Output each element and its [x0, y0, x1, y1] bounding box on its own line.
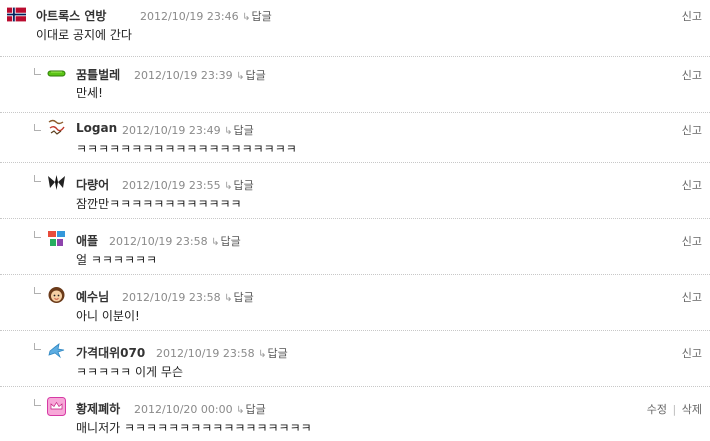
reply-button[interactable]: ↳답글	[242, 10, 272, 23]
comment-text: 얼 ㅋㅋㅋㅋㅋㅋ	[76, 253, 158, 267]
comment-date: 2012/10/20 00:00	[134, 403, 233, 416]
comment-actions: 수정 | 삭제	[647, 401, 702, 417]
comment-meta: 2012/10/19 23:55 ↳답글	[122, 177, 254, 193]
girl-face-avatar-icon	[47, 285, 66, 304]
comment-date: 2012/10/19 23:58	[109, 235, 208, 248]
reply-arrow-icon: ↳	[224, 181, 233, 192]
comment-author[interactable]: 황제폐하	[76, 400, 120, 417]
comment-meta: 2012/10/19 23:49 ↳답글	[122, 122, 254, 138]
pink-crown-avatar-icon	[47, 397, 66, 416]
comment-meta: 2012/10/20 00:00 ↳답글	[134, 401, 266, 417]
comment-date: 2012/10/19 23:58	[156, 347, 255, 360]
reply-arrow-icon: ↳	[236, 405, 245, 416]
green-worm-icon	[47, 64, 66, 83]
comment-item: 아트록스 연방 2012/10/19 23:46 ↳답글 신고 이대로 공지에 …	[0, 0, 710, 56]
reply-arrow-icon: ↳	[211, 237, 220, 248]
comment-author[interactable]: 다량어	[76, 176, 109, 193]
comment-text: 잠깐만ㅋㅋㅋㅋㅋㅋㅋㅋㅋㅋㅋㅋ	[76, 197, 242, 211]
reply-comment-item: 예수님 2012/10/19 23:58 ↳답글 신고 아니 이분이!	[0, 274, 710, 330]
reply-button[interactable]: ↳답글	[236, 69, 266, 82]
comment-author[interactable]: 가격대위070	[76, 344, 145, 361]
comment-meta: 2012/10/19 23:58 ↳답글	[122, 289, 254, 305]
reply-button[interactable]: ↳답글	[224, 291, 254, 304]
reply-comment-item: 황제폐하 2012/10/20 00:00 ↳답글 수정 | 삭제 매니저가 ㅋ…	[0, 386, 710, 441]
reply-comment-item: 애플 2012/10/19 23:58 ↳답글 신고 얼 ㅋㅋㅋㅋㅋㅋ	[0, 218, 710, 274]
comment-text: ㅋㅋㅋㅋㅋㅋㅋㅋㅋㅋㅋㅋㅋㅋㅋㅋㅋㅋㅋㅋ	[76, 142, 297, 156]
report-button[interactable]: 신고	[682, 233, 702, 249]
edit-button[interactable]: 수정	[647, 403, 667, 416]
reply-arrow-icon: ↳	[224, 293, 233, 304]
comment-date: 2012/10/19 23:58	[122, 291, 221, 304]
reply-comment-item: Logan 2012/10/19 23:49 ↳답글 신고 ㅋㅋㅋㅋㅋㅋㅋㅋㅋㅋ…	[0, 112, 710, 168]
handwriting-avatar-icon	[47, 118, 66, 137]
comment-meta: 2012/10/19 23:46 ↳답글	[140, 8, 272, 24]
comment-meta: 2012/10/19 23:58 ↳답글	[109, 233, 241, 249]
comment-author[interactable]: 애플	[76, 232, 98, 249]
report-button[interactable]: 신고	[682, 345, 702, 361]
reply-indent-marker	[34, 175, 41, 182]
comment-text: 매니저가 ㅋㅋㅋㅋㅋㅋㅋㅋㅋㅋㅋㅋㅋㅋㅋㅋㅋ	[76, 421, 312, 435]
reply-indent-marker	[34, 399, 41, 406]
comment-date: 2012/10/19 23:39	[134, 69, 233, 82]
reply-indent-marker	[34, 124, 41, 131]
reply-arrow-icon: ↳	[224, 126, 233, 137]
reply-indent-marker	[34, 68, 41, 75]
reply-button[interactable]: ↳답글	[211, 235, 241, 248]
colorful-text-avatar-icon	[47, 229, 66, 248]
blue-splash-icon	[47, 341, 66, 360]
reply-indent-marker	[34, 287, 41, 294]
reply-arrow-icon: ↳	[242, 12, 251, 23]
comment-text: 이대로 공지에 간다	[36, 28, 132, 42]
comment-author[interactable]: 꿈틀벌레	[76, 66, 120, 83]
reply-comment-item: 꿈틀벌레 2012/10/19 23:39 ↳답글 신고 만세!	[0, 56, 710, 112]
reply-indent-marker	[34, 231, 41, 238]
comment-author[interactable]: 예수님	[76, 288, 109, 305]
reply-button[interactable]: ↳답글	[224, 124, 254, 137]
comment-date: 2012/10/19 23:46	[140, 10, 239, 23]
comment-date: 2012/10/19 23:55	[122, 179, 221, 192]
report-button[interactable]: 신고	[682, 177, 702, 193]
reply-button[interactable]: ↳답글	[258, 347, 288, 360]
delete-button[interactable]: 삭제	[682, 403, 702, 416]
reply-comment-item: 가격대위070 2012/10/19 23:58 ↳답글 신고 ㅋㅋㅋㅋㅋ 이게…	[0, 330, 710, 386]
comment-meta: 2012/10/19 23:39 ↳답글	[134, 67, 266, 83]
comment-text: 만세!	[76, 86, 103, 100]
reply-arrow-icon: ↳	[236, 71, 245, 82]
comment-author[interactable]: 아트록스 연방	[36, 7, 106, 24]
reply-button[interactable]: ↳답글	[236, 403, 266, 416]
comment-author[interactable]: Logan	[76, 121, 117, 135]
comment-meta: 2012/10/19 23:58 ↳답글	[156, 345, 288, 361]
report-button[interactable]: 신고	[682, 67, 702, 83]
report-button[interactable]: 신고	[682, 122, 702, 138]
actions-separator: |	[672, 403, 677, 416]
reply-comment-item: 다량어 2012/10/19 23:55 ↳답글 신고 잠깐만ㅋㅋㅋㅋㅋㅋㅋㅋㅋ…	[0, 162, 710, 218]
report-button[interactable]: 신고	[682, 8, 702, 24]
comment-thread: 아트록스 연방 2012/10/19 23:46 ↳답글 신고 이대로 공지에 …	[0, 0, 710, 441]
report-button[interactable]: 신고	[682, 289, 702, 305]
reply-arrow-icon: ↳	[258, 349, 267, 360]
comment-date: 2012/10/19 23:49	[122, 124, 221, 137]
reply-indent-marker	[34, 343, 41, 350]
comment-text: ㅋㅋㅋㅋㅋ 이게 무슨	[76, 365, 183, 379]
norway-flag-icon	[7, 5, 26, 24]
comment-text: 아니 이분이!	[76, 309, 140, 323]
reply-button[interactable]: ↳답글	[224, 179, 254, 192]
dark-winged-emblem-icon	[47, 173, 66, 192]
